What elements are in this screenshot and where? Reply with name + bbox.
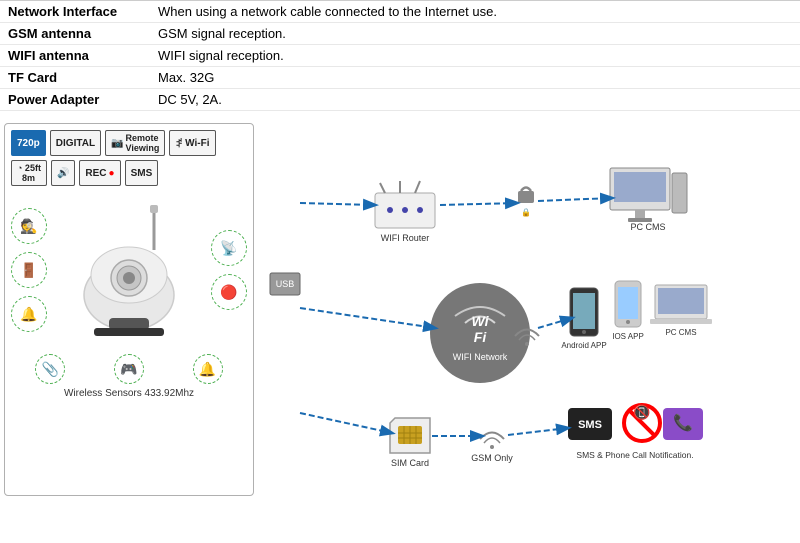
spec-label: TF Card <box>0 67 150 89</box>
network-diagram: USB WIFI Router 🔒 <box>254 123 796 496</box>
specs-table: Network InterfaceWhen using a network ca… <box>0 0 800 111</box>
spec-label: WIFI antenna <box>0 45 150 67</box>
sensor-siren: 🔔 <box>193 354 223 384</box>
svg-text:PC CMS: PC CMS <box>665 328 696 337</box>
badge-remote: 📷 RemoteViewing <box>105 130 165 156</box>
camera-panel: 720p DIGITAL 📷 RemoteViewing ꈆ Wi-Fi ◔ 2… <box>4 123 254 496</box>
badge-range: ◔ 25ft 8m <box>11 160 47 186</box>
sensor-remote: 🎮 <box>114 354 144 384</box>
svg-text:🔒: 🔒 <box>521 208 531 217</box>
svg-text:Android APP: Android APP <box>561 341 606 350</box>
camera-svg <box>64 200 194 340</box>
svg-text:IOS APP: IOS APP <box>612 332 644 341</box>
svg-text:USB: USB <box>276 279 295 289</box>
svg-text:📞: 📞 <box>673 412 693 432</box>
svg-text:SMS & Phone Call Notification.: SMS & Phone Call Notification. <box>576 450 693 460</box>
spec-value: GSM signal reception. <box>150 23 800 45</box>
badge-rec: REC ● <box>79 160 120 186</box>
badge-digital: DIGITAL <box>50 130 101 156</box>
sensor-contact: 📎 <box>35 354 65 384</box>
spec-label: Network Interface <box>0 1 150 23</box>
sensor-door: 🚪 <box>11 252 47 288</box>
badge-720p: 720p <box>11 130 46 156</box>
svg-text:SMS: SMS <box>578 419 602 431</box>
spec-value: WIFI signal reception. <box>150 45 800 67</box>
camera-label: Wireless Sensors 433.92Mhz <box>11 388 247 399</box>
svg-text:Wi: Wi <box>472 313 490 329</box>
sensor-smoke: 🔔 <box>11 296 47 332</box>
sensor-pir: 🕵 <box>11 208 47 244</box>
svg-text:Fi: Fi <box>474 329 488 345</box>
badge-sms: SMS <box>125 160 159 186</box>
spec-label: Power Adapter <box>0 89 150 111</box>
network-diagram-svg: USB WIFI Router 🔒 <box>254 123 796 493</box>
svg-text:📵: 📵 <box>633 404 650 421</box>
badge-wifi: ꈆ Wi-Fi <box>169 130 215 156</box>
svg-text:WIFI Router: WIFI Router <box>381 233 430 243</box>
svg-text:PC CMS: PC CMS <box>630 222 665 232</box>
spec-value: When using a network cable connected to … <box>150 1 800 23</box>
sensor-motion: 📡 <box>211 230 247 266</box>
svg-text:SIM Card: SIM Card <box>391 458 429 468</box>
svg-text:GSM Only: GSM Only <box>471 453 513 463</box>
sensor-alarm: 🔴 <box>211 274 247 310</box>
spec-value: Max. 32G <box>150 67 800 89</box>
spec-value: DC 5V, 2A. <box>150 89 800 111</box>
badge-row-1: 720p DIGITAL 📷 RemoteViewing ꈆ Wi-Fi <box>11 130 247 156</box>
badge-row-2: ◔ 25ft 8m 🔊 REC ● SMS <box>11 160 247 186</box>
spec-label: GSM antenna <box>0 23 150 45</box>
svg-text:WIFI Network: WIFI Network <box>453 352 508 362</box>
bottom-sensors: 📎 🎮 🔔 <box>11 354 247 384</box>
badge-speaker: 🔊 <box>51 160 75 186</box>
diagram-area: 720p DIGITAL 📷 RemoteViewing ꈆ Wi-Fi ◔ 2… <box>0 119 800 500</box>
camera-image-area: 🕵 🚪 🔔 <box>11 190 247 350</box>
